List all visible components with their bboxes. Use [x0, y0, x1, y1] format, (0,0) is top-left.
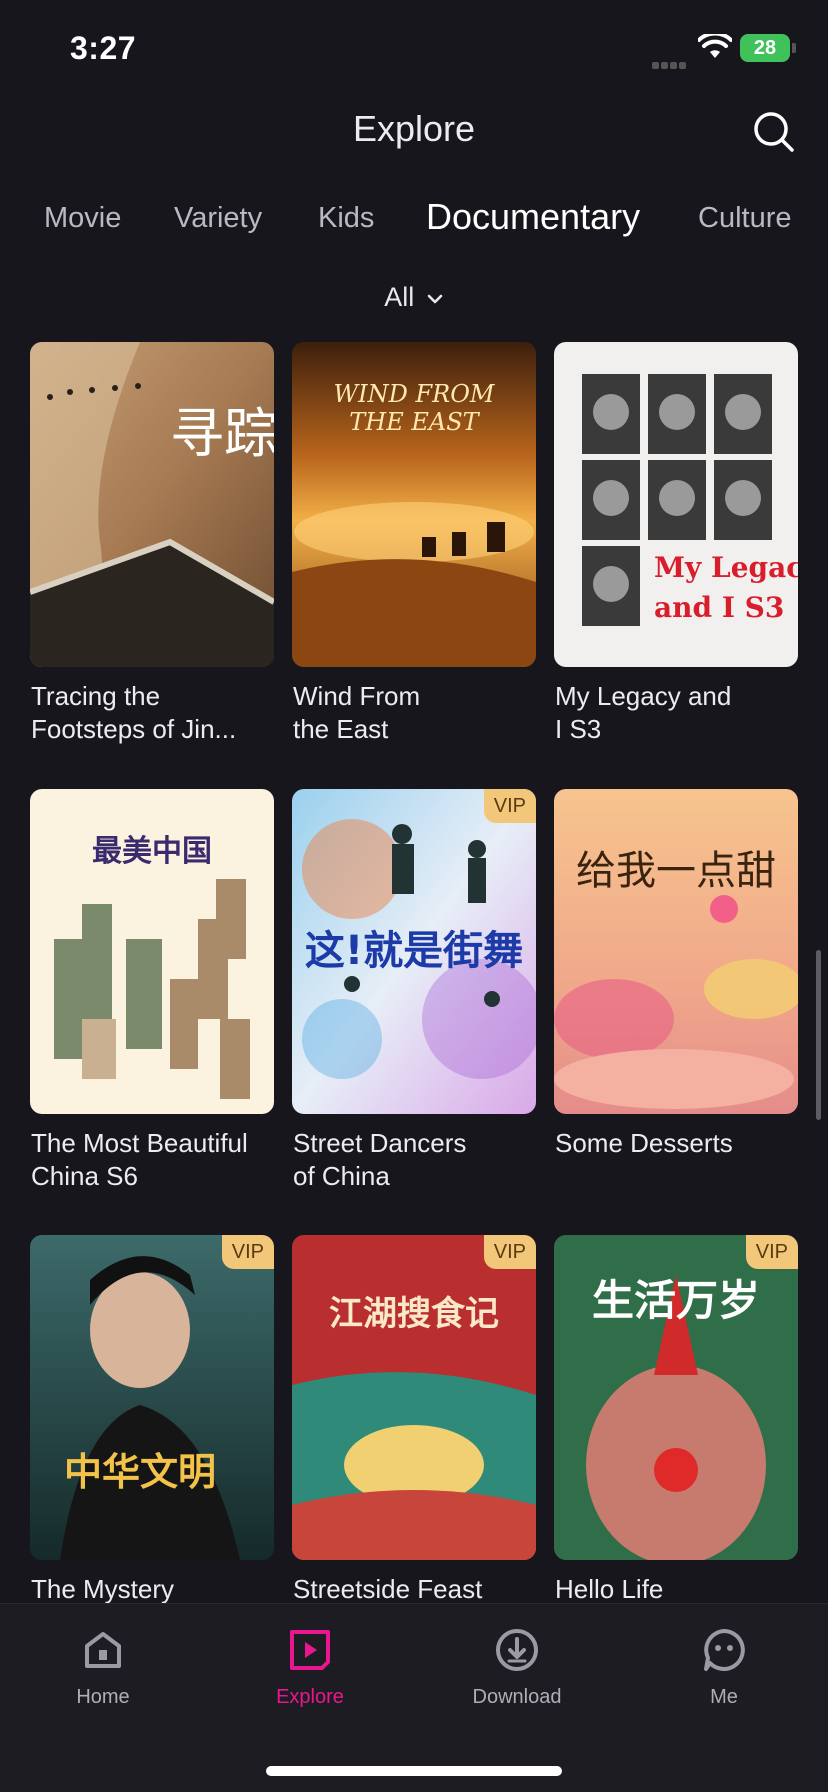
- svg-text:THE EAST: THE EAST: [349, 408, 480, 436]
- tab-variety[interactable]: Variety: [174, 202, 262, 235]
- poster-title-text: 寻踪晋商: [170, 402, 274, 465]
- poster-title-text: 给我一点甜: [576, 848, 776, 894]
- card-title[interactable]: Hello Life: [555, 1573, 805, 1606]
- nav-label: Explore: [276, 1686, 344, 1708]
- vip-badge: VIP: [483, 1235, 536, 1269]
- poster-title-text: 中华文明: [64, 1449, 216, 1494]
- explore-icon: [290, 1630, 330, 1670]
- scrollbar[interactable]: [816, 950, 821, 1120]
- vip-badge: VIP: [745, 1235, 798, 1269]
- card-title[interactable]: Street Dancers of China: [293, 1127, 543, 1193]
- card-title[interactable]: Streetside Feast: [293, 1573, 543, 1606]
- poster-title-text: 江湖搜食记: [329, 1294, 499, 1334]
- poster-image[interactable]: 寻踪晋商: [30, 342, 274, 667]
- poster-image[interactable]: My Legacy and I S3: [554, 342, 798, 667]
- poster-title-text: 生活万岁: [592, 1276, 760, 1325]
- nav-download[interactable]: Download: [447, 1626, 587, 1709]
- nav-home[interactable]: Home: [33, 1626, 173, 1709]
- card-title[interactable]: Tracing the Footsteps of Jin...: [31, 680, 281, 746]
- filter-label: All: [384, 282, 415, 312]
- bottom-nav: Home Explore Download Me: [0, 1603, 828, 1792]
- home-indicator[interactable]: [266, 1766, 562, 1776]
- search-icon[interactable]: [752, 110, 796, 154]
- card-title[interactable]: Some Desserts: [555, 1127, 805, 1160]
- filter-dropdown[interactable]: All: [0, 282, 828, 313]
- tab-culture[interactable]: Culture: [698, 202, 792, 235]
- chevron-down-icon: [427, 294, 443, 304]
- home-icon: [85, 1632, 121, 1668]
- category-tabs: Movie Variety Kids Documentary Culture: [0, 196, 828, 246]
- me-icon: [704, 1629, 745, 1671]
- svg-text:WIND FROM: WIND FROM: [334, 380, 496, 408]
- nav-label: Me: [710, 1686, 738, 1708]
- nav-me[interactable]: Me: [654, 1626, 794, 1709]
- poster-title-text: 最美中国: [92, 834, 212, 869]
- poster-image[interactable]: 这!就是街舞 VIP: [292, 789, 536, 1114]
- status-bar: 3:27 28: [0, 0, 828, 100]
- page-title: Explore: [352, 108, 476, 149]
- wifi-icon: [698, 34, 732, 58]
- svg-text:My Legacy: My Legacy: [654, 551, 798, 584]
- card-title[interactable]: My Legacy and I S3: [555, 680, 805, 746]
- download-icon: [496, 1629, 538, 1671]
- poster-image[interactable]: WIND FROM THE EAST: [292, 342, 536, 667]
- poster-image[interactable]: 最美中国: [30, 789, 274, 1114]
- nav-label: Download: [472, 1686, 562, 1708]
- status-time: 3:27: [70, 30, 137, 66]
- tab-documentary[interactable]: Documentary: [426, 196, 640, 238]
- card-title[interactable]: Wind From the East: [293, 680, 543, 746]
- svg-text:and I S3: and I S3: [654, 591, 784, 624]
- poster-image[interactable]: 中华文明 VIP: [30, 1235, 274, 1560]
- poster-image[interactable]: 给我一点甜: [554, 789, 798, 1114]
- tab-movie[interactable]: Movie: [44, 202, 121, 235]
- nav-label: Home: [76, 1686, 130, 1708]
- tab-kids[interactable]: Kids: [318, 202, 374, 235]
- card-title[interactable]: The Mystery: [31, 1573, 281, 1606]
- cellular-signal-icon: [652, 56, 690, 69]
- vip-badge: VIP: [483, 789, 536, 823]
- card-title[interactable]: The Most Beautiful China S6: [31, 1127, 281, 1193]
- poster-image[interactable]: 生活万岁 VIP: [554, 1235, 798, 1560]
- vip-badge: VIP: [221, 1235, 274, 1269]
- battery-indicator: 28: [740, 34, 796, 62]
- poster-title-text: 这!就是街舞: [305, 928, 523, 974]
- nav-explore[interactable]: Explore: [240, 1626, 380, 1709]
- poster-image[interactable]: 江湖搜食记 VIP: [292, 1235, 536, 1560]
